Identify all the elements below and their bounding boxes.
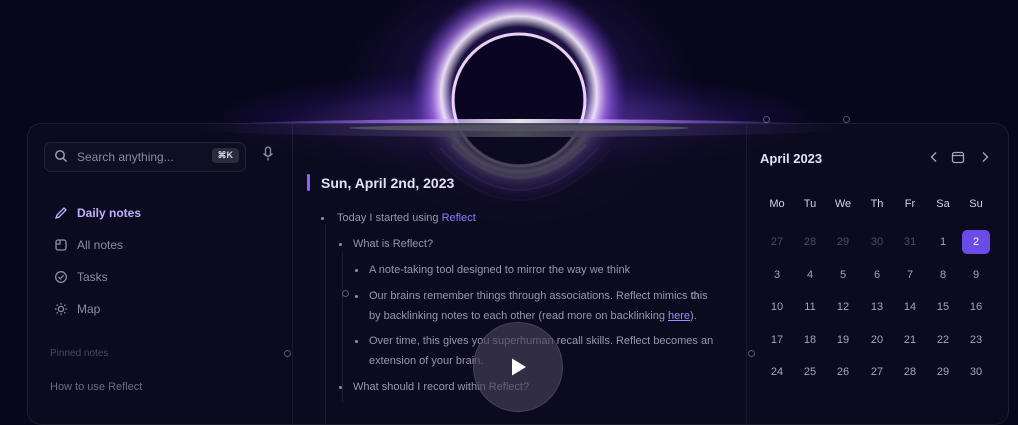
calendar-day[interactable]: 27	[763, 230, 791, 254]
calendar-day[interactable]: 27	[863, 360, 891, 384]
note-line[interactable]: What is Reflect?	[353, 238, 433, 250]
weekday-label: Su	[969, 198, 983, 210]
calendar-day[interactable]: 7	[896, 263, 924, 287]
calendar-day[interactable]: 13	[863, 295, 891, 319]
backlinking-link[interactable]: here	[668, 310, 690, 322]
calendar-day[interactable]: 29	[929, 360, 957, 384]
date-accent-bar	[307, 174, 310, 191]
calendar-icon[interactable]	[951, 150, 965, 164]
note-line[interactable]: Our brains remember things through assoc…	[369, 290, 708, 302]
nav-item-daily-notes[interactable]: Daily notes	[54, 204, 141, 222]
calendar-day[interactable]: 23	[962, 328, 990, 352]
bullet-point	[355, 269, 358, 272]
calendar-day[interactable]: 11	[796, 295, 824, 319]
calendar-day[interactable]: 9	[962, 263, 990, 287]
calendar-day[interactable]: 28	[896, 360, 924, 384]
search-input[interactable]: Search anything... ⌘K	[44, 142, 246, 172]
graph-node	[342, 290, 349, 297]
nav-label: Map	[77, 302, 101, 316]
graph-node	[691, 292, 698, 299]
reflect-link[interactable]: Reflect	[442, 212, 476, 224]
calendar-day[interactable]: 26	[829, 360, 857, 384]
calendar-day[interactable]: 6	[863, 263, 891, 287]
weekday-label: Fr	[904, 198, 916, 210]
bullet-point	[321, 217, 324, 220]
calendar-day[interactable]: 5	[829, 263, 857, 287]
weekday-label: Mo	[769, 198, 785, 210]
calendar-day[interactable]: 3	[763, 263, 791, 287]
weekday-label: Sa	[936, 198, 950, 210]
calendar-day[interactable]: 30	[863, 230, 891, 254]
bullet-point	[339, 386, 342, 389]
weekday-label: Th	[870, 198, 884, 210]
nav-item-tasks[interactable]: Tasks	[54, 268, 108, 286]
nav-label: All notes	[77, 238, 124, 252]
pinned-notes-label: Pinned notes	[50, 348, 109, 359]
calendar-day[interactable]: 10	[763, 295, 791, 319]
calendar-day[interactable]: 18	[796, 328, 824, 352]
note-line[interactable]: A note-taking tool designed to mirror th…	[369, 264, 630, 276]
calendar-day[interactable]: 30	[962, 360, 990, 384]
calendar-day[interactable]: 15	[929, 295, 957, 319]
bullet-point	[339, 243, 342, 246]
calendar-day[interactable]: 14	[896, 295, 924, 319]
check-circle-icon	[55, 271, 67, 283]
chevron-right-icon[interactable]	[980, 151, 990, 163]
sidebar: Search anything... ⌘K Daily notes All no…	[28, 124, 293, 424]
calendar-month-title: April 2023	[760, 151, 823, 166]
graph-node	[763, 116, 770, 123]
calendar-day[interactable]: 28	[796, 230, 824, 254]
weekday-label: We	[834, 198, 852, 210]
note-line[interactable]: Today I started using Reflect	[337, 212, 476, 224]
note-date-title: Sun, April 2nd, 2023	[321, 175, 455, 191]
nav-label: Tasks	[77, 270, 108, 284]
nav-item-all-notes[interactable]: All notes	[54, 236, 123, 254]
calendar-day[interactable]: 31	[896, 230, 924, 254]
play-button[interactable]	[473, 322, 563, 412]
outline-thread	[325, 224, 326, 424]
notes-icon	[55, 239, 67, 251]
calendar-day[interactable]: 16	[962, 295, 990, 319]
shortcut-badge: ⌘K	[211, 148, 239, 163]
calendar-day[interactable]: 29	[829, 230, 857, 254]
graph-node	[284, 350, 291, 357]
calendar-day[interactable]: 24	[763, 360, 791, 384]
bullet-point	[355, 295, 358, 298]
calendar-day[interactable]: 4	[796, 263, 824, 287]
bullet-point	[355, 340, 358, 343]
calendar-day[interactable]: 19	[829, 328, 857, 352]
calendar-day[interactable]: 1	[929, 230, 957, 254]
outline-thread	[342, 252, 343, 402]
sun-icon	[54, 302, 68, 316]
weekday-label: Tu	[803, 198, 817, 210]
calendar-day[interactable]: 20	[863, 328, 891, 352]
search-placeholder: Search anything...	[77, 150, 174, 164]
graph-node	[748, 350, 755, 357]
calendar-day[interactable]: 21	[896, 328, 924, 352]
calendar-day[interactable]: 22	[929, 328, 957, 352]
chevron-left-icon[interactable]	[929, 151, 939, 163]
graph-node	[843, 116, 850, 123]
calendar-day[interactable]: 12	[829, 295, 857, 319]
microphone-icon[interactable]	[262, 146, 274, 162]
calendar-day[interactable]: 25	[796, 360, 824, 384]
calendar-panel: April 2023 Mo Tu We Th Fr Sa Su 27 28 29 30 31 1 2 3 4 5…	[746, 124, 1009, 424]
pinned-note-item[interactable]: How to use Reflect	[50, 381, 142, 393]
note-line[interactable]: extension of your brain.	[369, 355, 483, 367]
calendar-day[interactable]: 8	[929, 263, 957, 287]
nav-item-map[interactable]: Map	[54, 300, 100, 318]
pencil-icon	[54, 207, 67, 220]
search-icon	[55, 150, 67, 162]
calendar-day[interactable]: 17	[763, 328, 791, 352]
nav-label: Daily notes	[77, 206, 142, 220]
play-icon	[512, 358, 526, 376]
note-line[interactable]: by backlinking notes to each other (read…	[369, 310, 697, 322]
calendar-day[interactable]: 2	[962, 230, 990, 254]
